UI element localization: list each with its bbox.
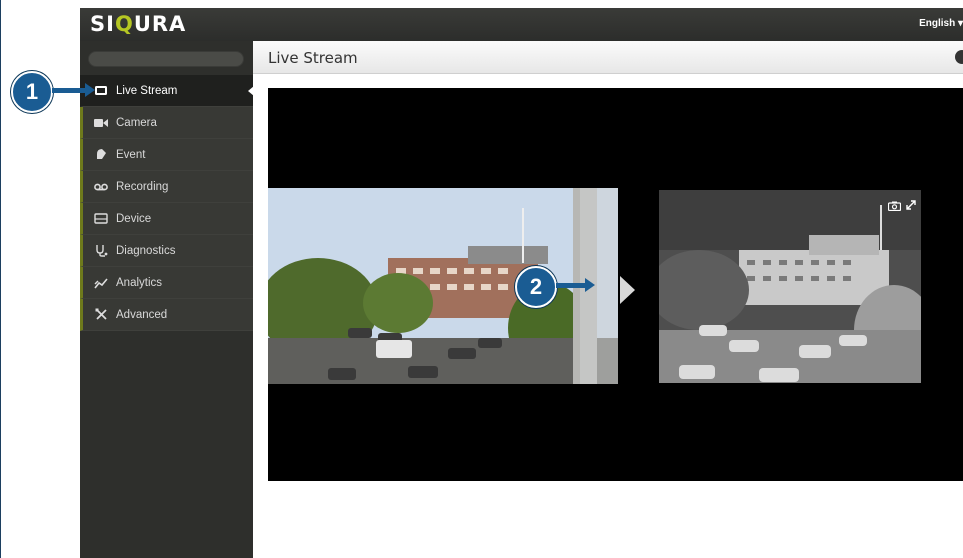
sidebar-item-camera[interactable]: Camera: [80, 107, 253, 139]
sidebar-item-device[interactable]: Device: [80, 203, 253, 235]
sidebar-item-label: Event: [116, 148, 146, 161]
snapshot-camera-icon[interactable]: [887, 200, 902, 214]
callout-arrow-2-head: [585, 278, 595, 292]
search-input[interactable]: [88, 51, 244, 67]
live-stream-player: [268, 88, 963, 481]
siqura-logo: SIQURA: [90, 12, 187, 36]
fullscreen-expand-icon[interactable]: [905, 199, 917, 214]
sidebar-item-label: Diagnostics: [116, 244, 176, 257]
video-camera-icon: [94, 116, 108, 130]
page-edge: [0, 0, 1, 558]
sidebar-item-label: Device: [116, 212, 152, 225]
sidebar: Live Stream Camera Event Recording Devic…: [80, 41, 254, 558]
callout-arrow-2-line: [556, 283, 586, 288]
top-bar: SIQURA English ▾: [80, 8, 963, 41]
video-screen-icon: [94, 84, 108, 98]
sidebar-item-diagnostics[interactable]: Diagnostics: [80, 235, 253, 267]
sidebar-item-recording[interactable]: Recording: [80, 171, 253, 203]
sidebar-item-label: Analytics: [116, 276, 163, 289]
language-select[interactable]: English ▾: [919, 18, 963, 29]
callout-arrow-1-head: [85, 83, 95, 97]
header-control-icon[interactable]: [955, 50, 963, 64]
stethoscope-icon: [94, 244, 108, 258]
page-title: Live Stream: [268, 49, 358, 67]
sidebar-item-label: Camera: [116, 116, 157, 129]
tools-icon: [94, 308, 108, 322]
thermal-camera-view[interactable]: [659, 190, 921, 383]
sidebar-item-label: Live Stream: [116, 84, 178, 97]
callout-badge-2: 2: [515, 266, 557, 308]
device-box-icon: [94, 212, 108, 226]
recording-tape-icon: [94, 180, 108, 194]
event-bell-icon: [94, 148, 108, 162]
callout-arrow-1-line: [52, 88, 86, 93]
callout-badge-1: 1: [11, 71, 53, 113]
sidebar-nav: Live Stream Camera Event Recording Devic…: [80, 75, 254, 331]
switch-view-arrow[interactable]: [620, 276, 635, 304]
sidebar-item-label: Recording: [116, 180, 169, 193]
sidebar-item-label: Advanced: [116, 308, 168, 321]
sidebar-item-live-stream[interactable]: Live Stream: [80, 75, 254, 107]
sidebar-item-event[interactable]: Event: [80, 139, 253, 171]
analytics-graph-icon: [94, 276, 108, 290]
sidebar-item-analytics[interactable]: Analytics: [80, 267, 253, 299]
sidebar-item-advanced[interactable]: Advanced: [80, 299, 253, 331]
thermal-scene-image: [659, 190, 921, 383]
content-header: Live Stream: [253, 41, 963, 74]
